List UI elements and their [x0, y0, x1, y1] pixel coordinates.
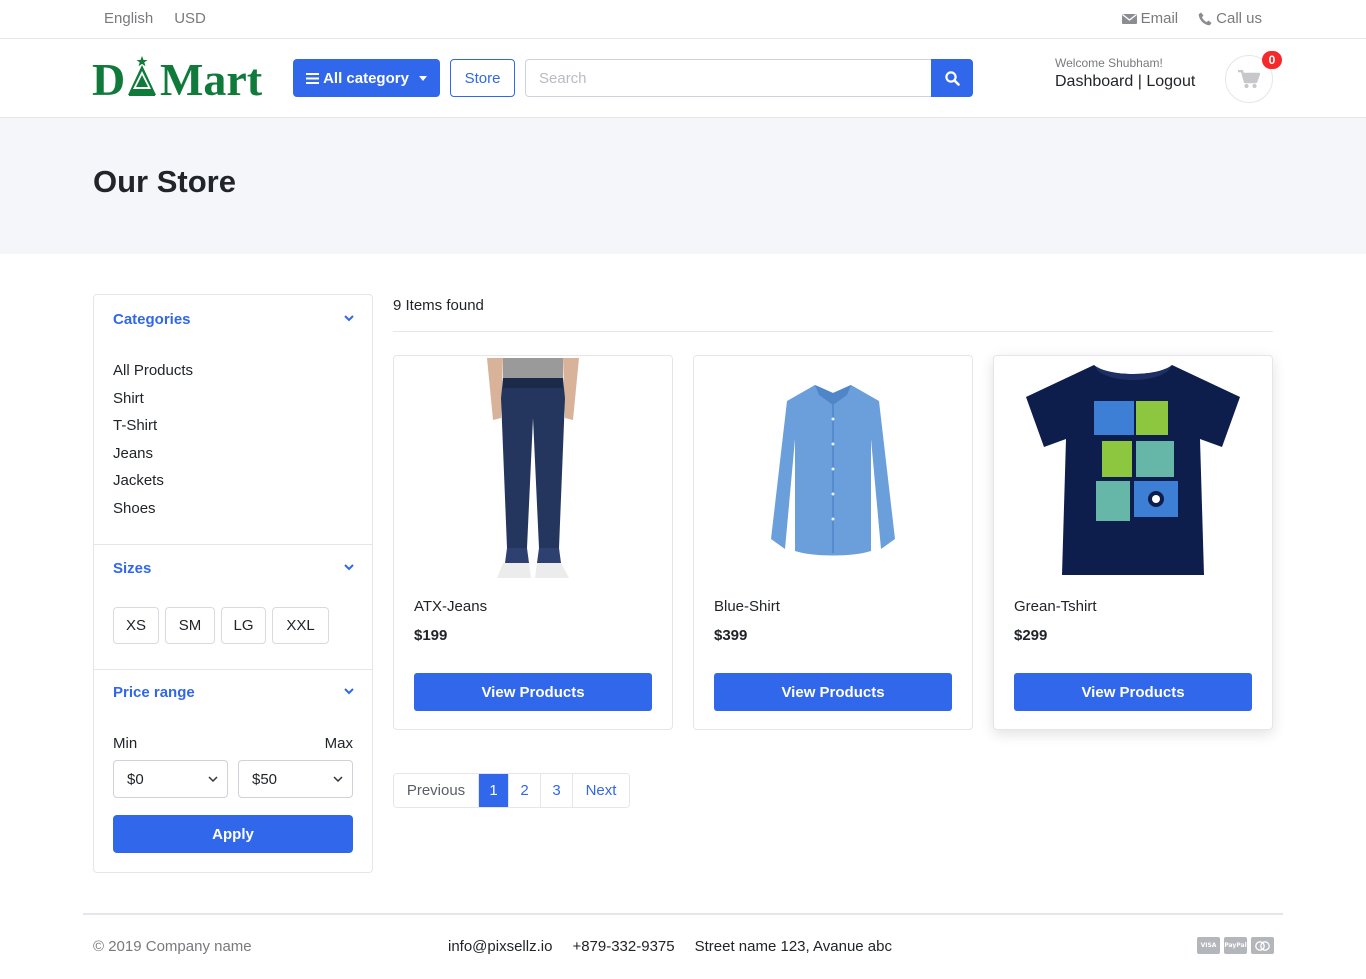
min-price-select[interactable]: $0 — [113, 760, 228, 798]
email-link[interactable]: Email — [1121, 10, 1179, 27]
product-image-tshirt[interactable] — [994, 356, 1272, 581]
chevron-down-icon[interactable] — [344, 686, 354, 696]
chevron-down-icon[interactable] — [344, 562, 354, 572]
tree-icon — [128, 56, 156, 96]
product-image-jeans[interactable] — [394, 356, 672, 581]
footer-contact: info@pixsellz.io +879-332-9375 Street na… — [448, 938, 892, 955]
paypal-icon: PayPal — [1224, 937, 1247, 954]
category-item[interactable]: Shirt — [113, 390, 193, 418]
visa-icon: VISA — [1197, 937, 1220, 954]
chevron-down-icon — [208, 776, 218, 783]
category-list: All Products Shirt T-Shirt Jeans Jackets… — [113, 362, 193, 527]
logout-link[interactable]: Logout — [1146, 73, 1195, 90]
mastercard-icon — [1251, 937, 1274, 954]
min-price-value: $0 — [127, 770, 144, 788]
pagination: Previous 1 2 3 Next — [393, 773, 630, 808]
envelope-icon — [1121, 13, 1137, 24]
filter-sidebar: Categories All Products Shirt T-Shirt Je… — [93, 294, 373, 873]
welcome-text: Welcome Shubham! — [1055, 56, 1163, 70]
footer-divider — [83, 913, 1283, 915]
page-banner: Our Store — [0, 118, 1366, 254]
size-button[interactable]: XXL — [272, 607, 329, 644]
view-products-button[interactable]: View Products — [414, 673, 652, 711]
category-item[interactable]: All Products — [113, 362, 193, 390]
email-label: Email — [1140, 10, 1179, 27]
items-found-count: 9 Items found — [393, 297, 484, 314]
footer-phone[interactable]: +879-332-9375 — [572, 938, 674, 955]
all-category-label: All category — [323, 69, 409, 87]
max-label: Max — [324, 735, 353, 752]
pagination-next[interactable]: Next — [573, 774, 629, 807]
call-label: Call us — [1216, 10, 1262, 27]
size-button[interactable]: XS — [113, 607, 159, 644]
caret-down-icon — [418, 75, 427, 81]
product-name[interactable]: ATX-Jeans — [414, 598, 487, 615]
max-price-value: $50 — [252, 770, 278, 788]
svg-text:D: D — [92, 55, 125, 99]
phone-icon — [1198, 12, 1212, 25]
search-input[interactable] — [525, 59, 931, 97]
search-button[interactable] — [931, 59, 973, 97]
category-item[interactable]: Jackets — [113, 472, 193, 500]
dashboard-link[interactable]: Dashboard — [1055, 73, 1133, 90]
category-item[interactable]: Shoes — [113, 500, 193, 528]
product-name[interactable]: Blue-Shirt — [714, 598, 780, 615]
apply-button[interactable]: Apply — [113, 815, 353, 853]
categories-heading[interactable]: Categories — [113, 311, 191, 328]
category-item[interactable]: Jeans — [113, 445, 193, 473]
product-card[interactable]: Blue-Shirt $399 View Products — [693, 355, 973, 730]
price-range-heading[interactable]: Price range — [113, 684, 195, 701]
menu-icon — [306, 72, 320, 84]
payment-icons: VISA PayPal — [1197, 937, 1274, 954]
search-bar — [525, 59, 973, 97]
shopping-cart-icon — [1238, 69, 1260, 88]
store-button[interactable]: Store — [450, 59, 515, 97]
page-title: Our Store — [93, 164, 236, 199]
size-button[interactable]: LG — [221, 607, 266, 644]
product-price: $299 — [1014, 627, 1048, 644]
divider — [393, 331, 1273, 332]
top-bar: English USD Email Call us — [0, 0, 1366, 39]
svg-text:Mart: Mart — [160, 55, 263, 99]
chevron-down-icon[interactable] — [344, 313, 354, 323]
pagination-page-active[interactable]: 1 — [479, 774, 509, 807]
sizes-heading[interactable]: Sizes — [113, 560, 151, 577]
product-card[interactable]: Grean-Tshirt $299 View Products — [993, 355, 1273, 730]
search-icon — [944, 70, 960, 86]
footer-address: Street name 123, Avanue abc — [694, 938, 892, 955]
pagination-previous[interactable]: Previous — [394, 774, 479, 807]
dmart-logo[interactable]: D Mart — [92, 55, 272, 99]
size-options: XS SM LG XXL — [113, 607, 329, 644]
account-links: Dashboard | Logout — [1055, 73, 1195, 91]
separator: | — [1137, 73, 1142, 90]
main-header: D Mart All category Store Welcome Shubha… — [0, 39, 1366, 118]
product-card[interactable]: ATX-Jeans $199 View Products — [393, 355, 673, 730]
copyright-text: © 2019 Company name — [93, 938, 252, 955]
call-link[interactable]: Call us — [1198, 10, 1262, 27]
product-name[interactable]: Grean-Tshirt — [1014, 598, 1097, 615]
language-selector[interactable]: English — [104, 10, 153, 27]
category-item[interactable]: T-Shirt — [113, 417, 193, 445]
chevron-down-icon — [333, 776, 343, 783]
view-products-button[interactable]: View Products — [1014, 673, 1252, 711]
size-button[interactable]: SM — [165, 607, 215, 644]
product-price: $199 — [414, 627, 448, 644]
categories-section: Categories All Products Shirt T-Shirt Je… — [94, 295, 372, 545]
pagination-page[interactable]: 3 — [541, 774, 573, 807]
all-category-button[interactable]: All category — [293, 59, 440, 97]
currency-selector[interactable]: USD — [174, 10, 206, 27]
min-label: Min — [113, 735, 138, 752]
pagination-page[interactable]: 2 — [509, 774, 541, 807]
product-price: $399 — [714, 627, 748, 644]
product-image-shirt[interactable] — [694, 356, 972, 581]
view-products-button[interactable]: View Products — [714, 673, 952, 711]
footer-email[interactable]: info@pixsellz.io — [448, 938, 552, 955]
cart-count-badge: 0 — [1262, 51, 1282, 69]
max-price-select[interactable]: $50 — [238, 760, 353, 798]
